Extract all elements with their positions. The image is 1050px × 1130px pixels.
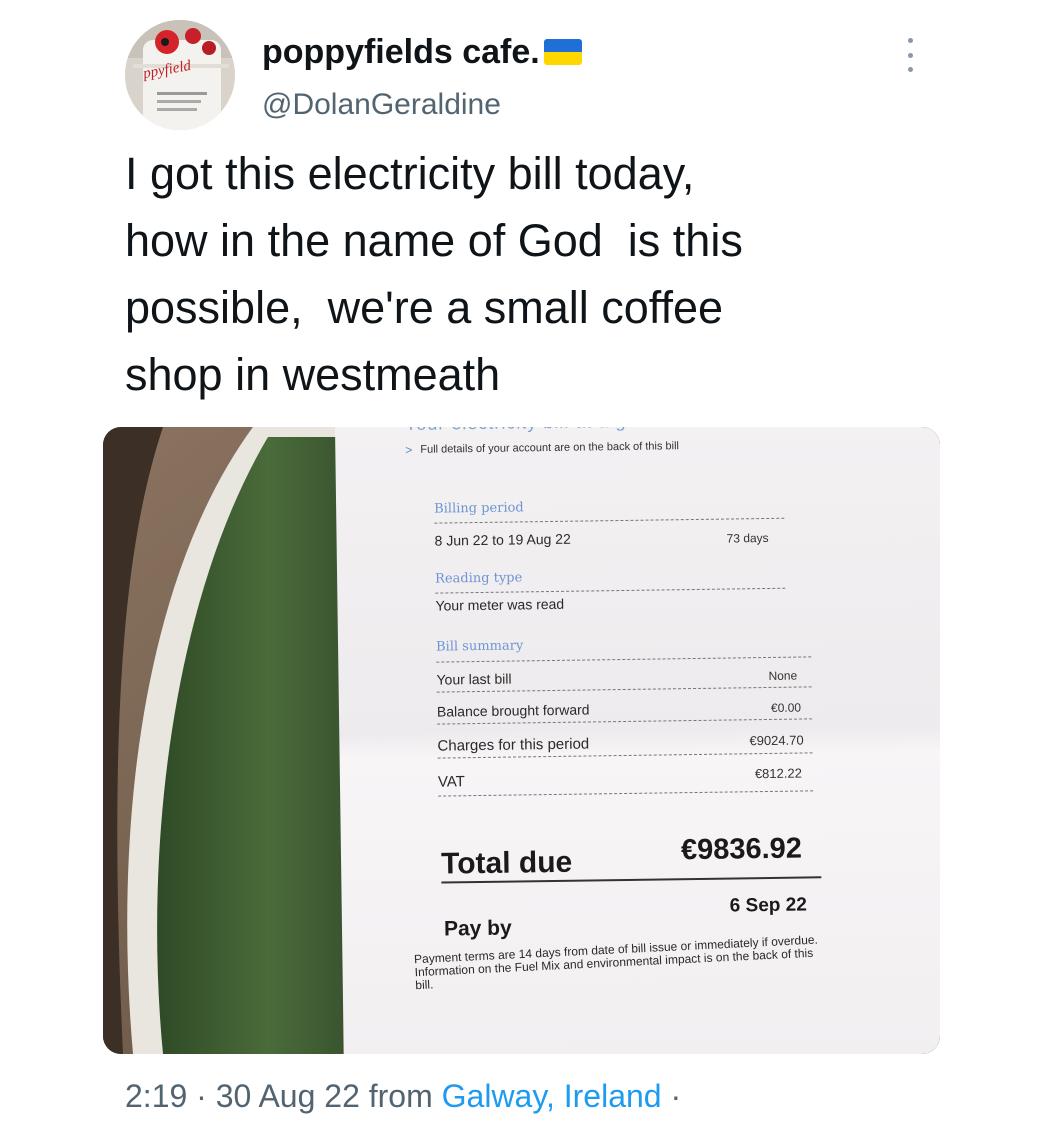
tweet-time[interactable]: 2:19 — [125, 1078, 187, 1114]
tweet-location-link[interactable]: Galway, Ireland — [442, 1078, 662, 1114]
summary-row-value: None — [768, 668, 798, 683]
tweet-photo[interactable]: Your electricity bill at a glance > Full… — [103, 427, 940, 1054]
bill-heading: Your electricity bill at a glance — [405, 427, 675, 435]
summary-row-label: Balance brought forward — [436, 701, 590, 720]
bill-details-note: Full details of your account are on the … — [420, 440, 680, 456]
ukraine-flag-icon — [543, 39, 582, 65]
billing-days: 73 days — [726, 530, 769, 546]
summary-row-value: €812.22 — [754, 765, 802, 782]
chevron-right-icon: > — [405, 442, 413, 458]
summary-row-value: €9024.70 — [749, 732, 804, 749]
billing-period-value: 8 Jun 22 to 19 Aug 22 — [434, 530, 571, 549]
from-label: from — [368, 1078, 433, 1114]
total-due-value: €9836.92 — [680, 832, 803, 867]
more-options-icon[interactable] — [895, 38, 925, 72]
tweet-metadata: 2:19 · 30 Aug 22 from Galway, Ireland · — [125, 1075, 681, 1117]
summary-row-value: €0.00 — [770, 700, 802, 715]
tweet-text: I got this electricity bill today, how i… — [125, 148, 743, 400]
tweet-date[interactable]: 30 Aug 22 — [216, 1078, 360, 1114]
display-name-text: poppyfields cafe. — [262, 33, 540, 71]
summary-row-label: Your last bill — [436, 670, 512, 688]
separator: · — [670, 1078, 682, 1114]
electricity-bill: Your electricity bill at a glance > Full… — [335, 427, 940, 1054]
pay-by-date: 6 Sep 22 — [729, 894, 807, 917]
summary-row-label: VAT — [437, 773, 466, 791]
payment-terms: Payment terms are 14 days from date of b… — [413, 932, 819, 993]
bill-summary-label: Bill summary — [435, 638, 524, 655]
display-name[interactable]: poppyfields cafe. — [262, 30, 582, 74]
user-handle[interactable]: @DolanGeraldine — [262, 85, 501, 125]
billing-period-label: Billing period — [434, 500, 524, 517]
separator: · — [196, 1078, 207, 1114]
total-due-label: Total due — [440, 845, 573, 881]
avatar[interactable]: ppyfield — [125, 20, 235, 130]
reading-type-value: Your meter was read — [435, 595, 565, 614]
pay-by-label: Pay by — [443, 916, 512, 941]
summary-row-label: Charges for this period — [437, 735, 590, 755]
reading-type-label: Reading type — [435, 570, 523, 587]
